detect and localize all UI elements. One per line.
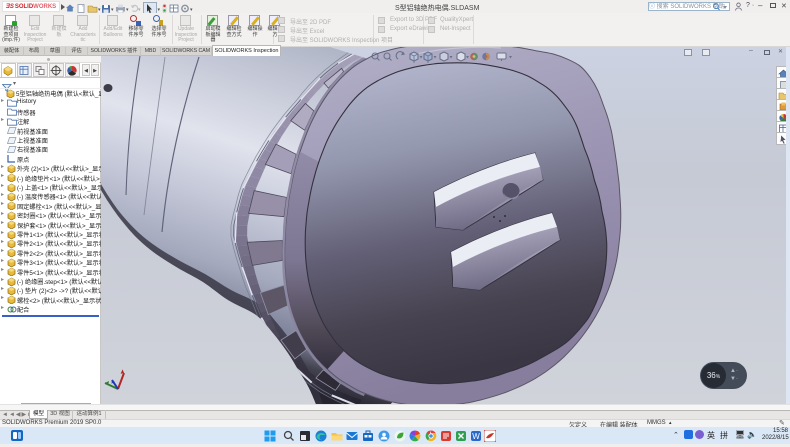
svg-text:W: W: [472, 432, 480, 441]
